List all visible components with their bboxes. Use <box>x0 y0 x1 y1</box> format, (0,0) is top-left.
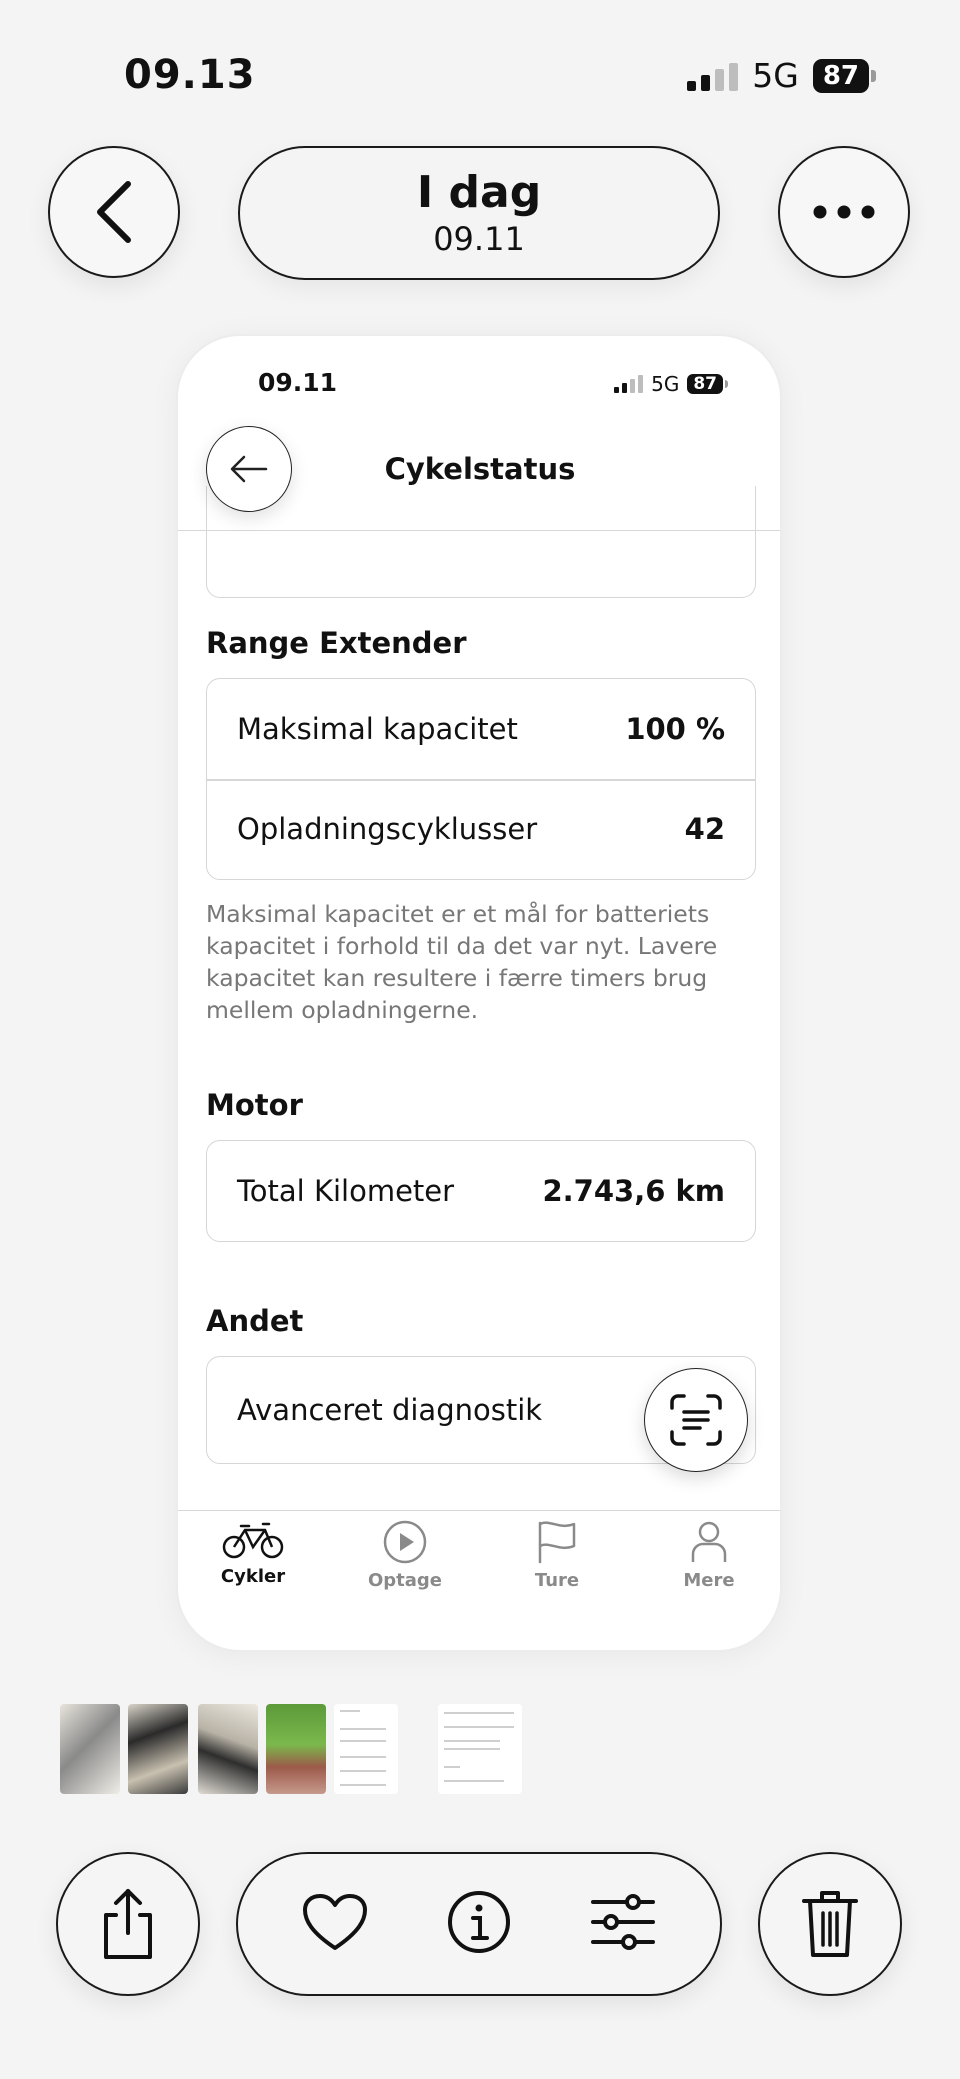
motor-card: Total Kilometer 2.743,6 km <box>206 1140 756 1242</box>
tab-cykler[interactable]: Cykler <box>178 1520 328 1587</box>
tab-label: Optage <box>367 1570 443 1591</box>
signal-icon <box>687 61 739 91</box>
heart-icon <box>303 1894 367 1950</box>
inner-signal-icon <box>614 375 644 393</box>
tab-label: Ture <box>534 1570 580 1591</box>
capacity-description: Maksimal kapacitet er et mål for batteri… <box>206 900 718 1024</box>
battery-level: 87 <box>812 58 869 93</box>
total-km-row: Total Kilometer 2.743,6 km <box>207 1141 755 1241</box>
info-icon <box>448 1891 510 1953</box>
row-value: 100 % <box>625 712 725 746</box>
play-icon <box>383 1520 427 1564</box>
status-indicators: 5G 87 <box>687 56 876 95</box>
nav-divider <box>178 530 780 531</box>
status-time: 09.13 <box>124 52 256 98</box>
inner-battery-level: 87 <box>687 374 723 394</box>
nav-title: Cykelstatus <box>384 452 576 486</box>
charge-cycles-row: Opladningscyklusser 42 <box>207 779 755 879</box>
actions-toolbar <box>236 1852 722 1996</box>
flag-icon <box>538 1521 576 1564</box>
row-label: Total Kilometer <box>237 1174 455 1208</box>
tab-optage[interactable]: Optage <box>330 1520 480 1591</box>
share-icon <box>104 1889 152 1959</box>
inner-status-time: 09.11 <box>258 368 338 397</box>
tab-ture[interactable]: Ture <box>482 1520 632 1591</box>
inner-network-label: 5G <box>651 372 680 396</box>
previous-section-box <box>206 486 756 598</box>
header-title: I dag <box>416 167 542 218</box>
thumbnail-bike-3[interactable] <box>198 1704 258 1794</box>
header-subtitle: 09.11 <box>433 220 525 258</box>
inner-battery-icon: 87 <box>687 374 728 394</box>
row-value: 42 <box>684 812 725 846</box>
max-capacity-row: Maksimal kapacitet 100 % <box>207 679 755 779</box>
thumbnail-bike-2[interactable] <box>128 1704 188 1794</box>
person-icon <box>691 1521 727 1562</box>
info-button[interactable] <box>447 1890 511 1958</box>
tab-label: Mere <box>683 1570 735 1591</box>
row-value: 2.743,6 km <box>542 1174 725 1208</box>
delete-button[interactable] <box>758 1852 902 1996</box>
back-button[interactable] <box>48 146 180 278</box>
sliders-icon <box>591 1894 655 1950</box>
other-heading: Andet <box>206 1304 304 1338</box>
row-label: Maksimal kapacitet <box>237 712 518 746</box>
thumbnail-bike-4[interactable] <box>266 1704 326 1794</box>
tab-mere[interactable]: Mere <box>634 1520 780 1591</box>
chevron-left-icon <box>97 181 131 243</box>
thumbnail-screenshot-1[interactable] <box>334 1704 398 1794</box>
ellipsis-icon <box>813 205 875 219</box>
date-header[interactable]: I dag 09.11 <box>238 146 720 280</box>
motor-heading: Motor <box>206 1088 303 1122</box>
tab-label: Cykler <box>220 1566 286 1587</box>
thumbnail-screenshot-2[interactable] <box>438 1704 522 1794</box>
row-label: Opladningscyklusser <box>237 812 538 846</box>
battery-icon: 87 <box>812 58 876 93</box>
favorite-button[interactable] <box>301 1892 369 1956</box>
bike-icon <box>222 1522 284 1559</box>
more-button[interactable] <box>778 146 910 278</box>
trash-icon <box>802 1891 858 1957</box>
inner-status-indicators: 5G 87 <box>614 372 728 396</box>
range-extender-heading: Range Extender <box>206 626 467 660</box>
text-scan-icon <box>670 1394 722 1446</box>
network-label: 5G <box>752 56 799 95</box>
row-label: Avanceret diagnostik <box>237 1393 543 1427</box>
tab-bar-divider <box>178 1510 780 1511</box>
share-button[interactable] <box>56 1852 200 1996</box>
range-extender-card: Maksimal kapacitet 100 % Opladningscyklu… <box>206 678 756 880</box>
screenshot-preview[interactable]: 09.11 5G 87 Cykelstatus Range Extender M… <box>176 334 782 1652</box>
live-text-button[interactable] <box>644 1368 748 1472</box>
adjust-button[interactable] <box>589 1894 657 1954</box>
thumbnail-bike-1[interactable] <box>60 1704 120 1794</box>
